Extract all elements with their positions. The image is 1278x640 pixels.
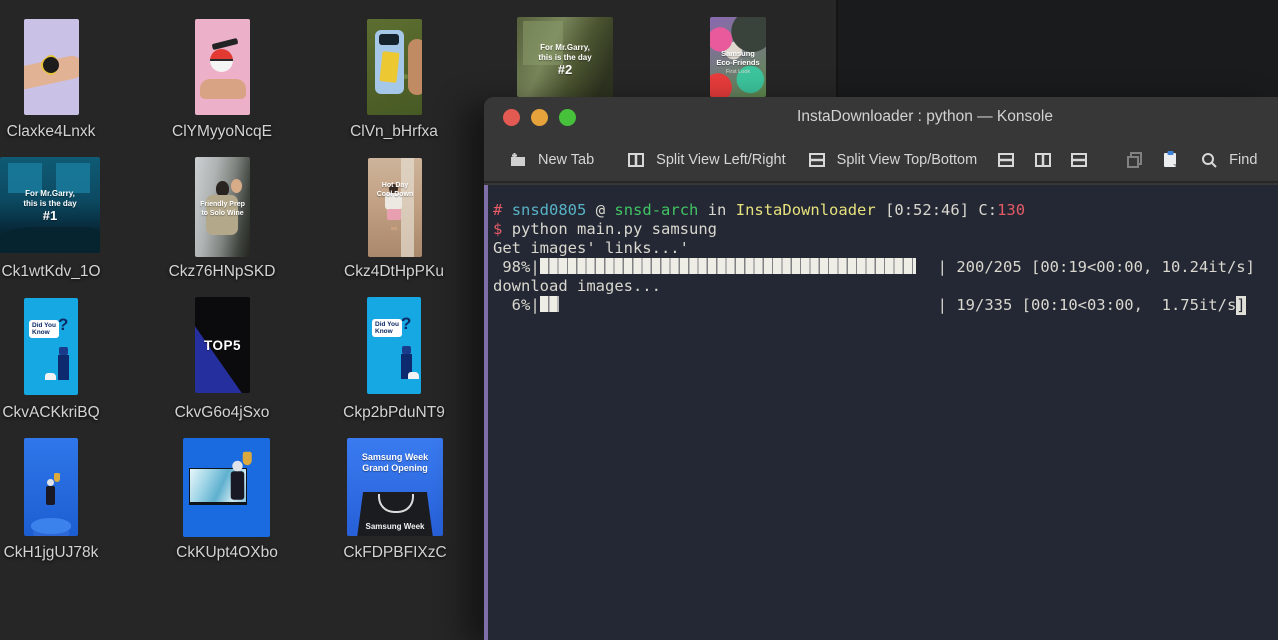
thumbnail-art-phone <box>375 30 404 94</box>
thumbnail-art-hand <box>231 179 242 193</box>
progress-bar <box>540 258 938 274</box>
thumbnail-speech-bubble: Did YouKnow <box>372 319 402 337</box>
desktop-icon-thumbnail[interactable] <box>24 438 78 536</box>
desktop-icon-thumbnail[interactable] <box>24 19 79 115</box>
thumbnail-art-pokeball <box>210 49 233 72</box>
split-view-left-right-button[interactable]: Split View Left/Right <box>627 151 786 169</box>
minimize-button[interactable] <box>531 109 548 126</box>
desktop-icon-label[interactable]: Claxke4Lnxk <box>0 123 136 141</box>
desktop-icon-label[interactable]: Ckp2bPduNT9 <box>309 404 479 422</box>
desktop-icon-label[interactable]: ClVn_bHrfxa <box>309 123 479 141</box>
desktop-icon-thumbnail[interactable] <box>195 19 250 115</box>
split-columns-icon <box>627 151 645 169</box>
desktop-icon-label[interactable]: CkKUpt4OXbo <box>142 544 312 562</box>
desktop-icon-thumbnail[interactable] <box>183 438 270 537</box>
question-mark: ? <box>58 315 68 335</box>
new-tab-button[interactable]: New Tab <box>509 151 594 169</box>
terminal-prompt-line: # snsd0805 @ snsd-arch in InstaDownloade… <box>493 201 1278 220</box>
copy-button[interactable] <box>1126 151 1144 169</box>
maximize-button[interactable] <box>559 109 576 126</box>
desktop-icon-thumbnail[interactable]: For Mr.Garry,this is the day #1 <box>0 157 100 253</box>
close-button[interactable] <box>503 109 520 126</box>
window-title: InstaDownloader : python — Konsole <box>797 108 1053 126</box>
terminal-output-line: download images... <box>493 277 1278 296</box>
split-columns-icon <box>1034 151 1052 169</box>
desktop-icon-label[interactable]: CkvACKkriBQ <box>0 404 136 422</box>
search-icon <box>1200 151 1218 169</box>
thumbnail-caption: Friendly Prepto Solo Wine <box>195 201 250 218</box>
find-button[interactable]: Find <box>1200 151 1257 169</box>
exit-code: 130 <box>997 201 1025 219</box>
desktop-icon-thumbnail[interactable]: Did YouKnow ? <box>367 297 421 394</box>
prompt-time: [0:52:46] <box>885 201 969 219</box>
thumbnail-caption: Samsung WeekGrand Opening <box>347 452 443 474</box>
window-titlebar[interactable]: InstaDownloader : python — Konsole <box>484 97 1278 138</box>
thumbnail-caption: SamsungEco-Friends <box>710 49 766 67</box>
paste-clipboard-icon <box>1161 150 1180 169</box>
desktop-icon-thumbnail[interactable] <box>367 19 422 115</box>
thumbnail-caption: For Mr.Garry,this is the day #2 <box>517 43 613 77</box>
split-rows-view-button[interactable] <box>1070 151 1088 169</box>
desktop-icon-label[interactable]: CkH1jgUJ78k <box>0 544 136 562</box>
thumbnail-art-shorts <box>387 209 401 220</box>
desktop: Claxke4Lnxk ClYMyyoNcqE ClVn_bHrfxa For … <box>0 0 1278 640</box>
prompt-host: snsd-arch <box>614 201 698 219</box>
thumbnail-art-hand <box>408 39 422 95</box>
split-view-top-bottom-button[interactable]: Split View Top/Bottom <box>808 151 978 169</box>
desktop-icon-thumbnail[interactable]: Did YouKnow ? <box>24 298 78 395</box>
prompt-cwd: InstaDownloader <box>736 201 876 219</box>
desktop-icon-thumbnail[interactable]: Samsung WeekGrand Opening Samsung Week <box>347 438 443 536</box>
terminal-cursor: ] <box>1236 296 1245 315</box>
thumbnail-art-hand <box>200 79 246 99</box>
terminal-viewport[interactable]: # snsd0805 @ snsd-arch in InstaDownloade… <box>484 185 1278 640</box>
split-rows-icon <box>1070 151 1088 169</box>
desktop-icon-thumbnail[interactable]: Hot DayCool Down <box>368 158 422 257</box>
konsole-window: InstaDownloader : python — Konsole New T… <box>484 97 1278 640</box>
terminal-output-line: Get images' links...' <box>493 239 1278 258</box>
split-rows-icon <box>997 151 1015 169</box>
desktop-icon-thumbnail[interactable]: TOP5 <box>195 297 250 393</box>
thumbnail-speech-bubble: Did YouKnow <box>29 320 59 338</box>
thumbnail-art-person <box>58 355 69 380</box>
terminal-progress-line-2: 6%|| 19/335 [00:10<03:00, 1.75it/s] <box>493 296 1278 315</box>
split-columns-view-button[interactable] <box>1034 151 1052 169</box>
expand-view-button[interactable] <box>997 151 1015 169</box>
prompt-user: snsd0805 <box>512 201 587 219</box>
desktop-icon-thumbnail-partial[interactable]: SamsungEco-Friends First Look <box>710 17 766 97</box>
thumbnail-art-trophy-figure <box>46 486 55 505</box>
command-text: python main.py samsung <box>512 220 717 238</box>
terminal-command-line: $ python main.py samsung <box>493 220 1278 239</box>
thumbnail-caption: Hot DayCool Down <box>368 182 422 199</box>
paste-button[interactable] <box>1161 150 1180 169</box>
desktop-icon-label[interactable]: Ckz4DtHpPKu <box>309 263 479 281</box>
progress-bar <box>540 296 938 312</box>
desktop-icon-label[interactable]: Ckz76HNpSKD <box>137 263 307 281</box>
bag-label: Samsung Week <box>357 522 433 531</box>
thumbnail-caption: TOP5 <box>204 338 241 353</box>
desktop-icon-label[interactable]: Ck1wtKdv_1O <box>0 263 136 281</box>
copy-icon <box>1126 151 1144 169</box>
thumbnail-caption-sub: First Look <box>710 69 766 75</box>
prompt-symbol: # <box>493 201 502 219</box>
terminal-progress-line-1: 98%|| 200/205 [00:19<00:00, 10.24it/s] <box>493 258 1278 277</box>
new-tab-icon <box>509 151 527 169</box>
thumbnail-art-cat <box>408 372 419 379</box>
question-mark: ? <box>401 314 411 334</box>
thumbnail-art-head <box>216 181 229 196</box>
thumbnail-art-trophy-figure <box>231 471 245 500</box>
desktop-icon-thumbnail-partial[interactable]: For Mr.Garry,this is the day #2 <box>517 17 613 97</box>
thumbnail-art-cat <box>45 373 56 380</box>
thumbnail-art-shopping-bag: Samsung Week <box>357 492 433 536</box>
desktop-icon-label[interactable]: ClYMyyoNcqE <box>137 123 307 141</box>
desktop-icon-label[interactable]: CkvG6o4jSxo <box>137 404 307 422</box>
desktop-icon-thumbnail[interactable]: Friendly Prepto Solo Wine <box>195 157 250 257</box>
desktop-icon-label[interactable]: CkFDPBFIXzC <box>310 544 480 562</box>
window-toolbar: New Tab Split View Left/Right Split View… <box>484 138 1278 183</box>
split-rows-icon <box>808 151 826 169</box>
thumbnail-art-watch <box>43 57 59 73</box>
thumbnail-caption: For Mr.Garry,this is the day #1 <box>0 189 100 223</box>
background-window-panel <box>836 0 1278 98</box>
